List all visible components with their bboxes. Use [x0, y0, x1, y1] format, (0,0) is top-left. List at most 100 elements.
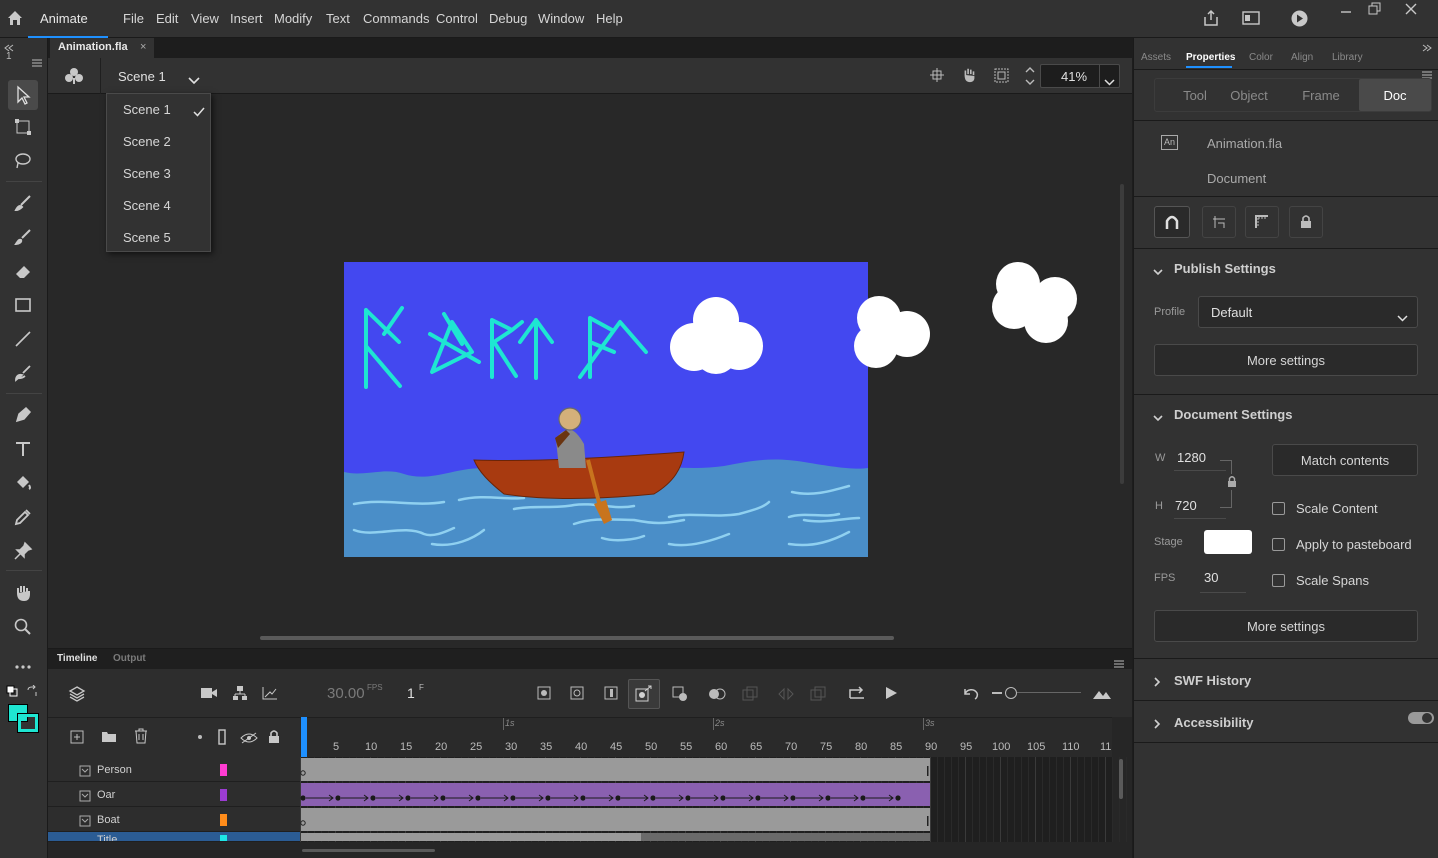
zoom-field[interactable]: 41%	[1040, 64, 1120, 88]
timeline-zoom-fit-icon[interactable]	[1092, 686, 1112, 705]
rectangle-tool-icon[interactable]	[10, 292, 36, 318]
line-tool-icon[interactable]	[10, 326, 36, 352]
step-forward-icon[interactable]	[848, 685, 866, 706]
center-stage-icon[interactable]	[930, 68, 944, 87]
loop-icon[interactable]	[778, 687, 794, 706]
segment-object[interactable]: Object	[1212, 79, 1286, 111]
swf-history-chevron-icon[interactable]	[1154, 674, 1161, 692]
parenting-view-icon[interactable]	[232, 685, 248, 706]
tab-align[interactable]: Align	[1291, 52, 1313, 63]
constrain-lock-icon[interactable]	[1226, 474, 1238, 490]
menu-file[interactable]: File	[123, 11, 144, 26]
accessibility-chevron-icon[interactable]	[1154, 716, 1161, 734]
selection-tool-icon[interactable]	[8, 80, 38, 110]
segment-doc[interactable]: Doc	[1359, 79, 1431, 111]
collapse-panel-icon[interactable]	[1422, 39, 1432, 57]
outline-layers-icon[interactable]	[218, 729, 226, 750]
menu-control[interactable]: Control	[436, 11, 478, 26]
fluid-brush-tool-icon[interactable]	[10, 190, 36, 216]
layer-color-swatch[interactable]	[220, 814, 227, 826]
publish-more-settings-button[interactable]: More settings	[1154, 344, 1418, 376]
width-value[interactable]: 1280	[1177, 450, 1206, 465]
zoom-stepper-icon[interactable]	[1024, 66, 1036, 91]
menu-debug[interactable]: Debug	[489, 11, 527, 26]
segment-frame[interactable]: Frame	[1282, 79, 1360, 111]
stage-vertical-scrollbar[interactable]	[1120, 184, 1124, 484]
new-folder-icon[interactable]	[101, 730, 117, 748]
insert-keyframe-icon[interactable]	[537, 686, 551, 705]
zoom-tool-icon[interactable]	[10, 614, 36, 640]
timeline-horizontal-scrollbar[interactable]	[302, 849, 435, 852]
menu-window[interactable]: Window	[538, 11, 584, 26]
document-more-settings-button[interactable]: More settings	[1154, 610, 1418, 642]
new-layer-icon[interactable]	[70, 730, 84, 749]
match-contents-button[interactable]: Match contents	[1272, 444, 1418, 476]
layer-row-boat[interactable]: Boat	[48, 807, 300, 832]
fps-value[interactable]: 30.00	[327, 685, 365, 702]
scene-option-5[interactable]: Scene 5	[123, 230, 171, 245]
more-tools-icon[interactable]	[10, 654, 36, 680]
document-settings-title[interactable]: Document Settings	[1174, 407, 1292, 422]
scene-option-1[interactable]: Scene 1	[123, 102, 171, 117]
zoom-out-timeline-icon[interactable]	[992, 692, 1002, 694]
camera-icon[interactable]	[200, 686, 218, 705]
undo-icon[interactable]	[962, 685, 980, 706]
onion-skin-icon[interactable]	[708, 687, 726, 706]
document-settings-chevron-icon[interactable]	[1153, 409, 1163, 427]
layer-color-swatch[interactable]	[220, 764, 227, 776]
layer-color-swatch[interactable]	[220, 789, 227, 801]
lock-guides-button[interactable]	[1289, 206, 1323, 238]
clip-content-icon[interactable]	[994, 68, 1009, 88]
layers-icon[interactable]	[68, 685, 86, 708]
paint-bucket-tool-icon[interactable]	[10, 470, 36, 496]
lock-layers-icon[interactable]	[268, 729, 280, 749]
scene-option-2[interactable]: Scene 2	[123, 134, 171, 149]
close-tab-icon[interactable]: ×	[140, 41, 146, 53]
text-tool-icon[interactable]	[10, 436, 36, 462]
play-icon[interactable]	[884, 686, 898, 705]
accessibility-toggle[interactable]	[1408, 712, 1434, 724]
paint-brush-tool-icon[interactable]	[10, 360, 36, 386]
pen-tool-icon[interactable]	[10, 402, 36, 428]
scene-option-4[interactable]: Scene 4	[123, 198, 171, 213]
layer-row-oar[interactable]: Oar	[48, 782, 300, 807]
menu-commands[interactable]: Commands	[363, 11, 429, 26]
height-value[interactable]: 720	[1175, 498, 1197, 513]
tab-library[interactable]: Library	[1332, 52, 1363, 63]
scene-option-3[interactable]: Scene 3	[123, 166, 171, 181]
current-frame-value[interactable]: 1	[407, 685, 415, 701]
tab-timeline[interactable]: Timeline	[57, 653, 97, 664]
free-transform-tool-icon[interactable]	[10, 114, 36, 140]
restore-icon[interactable]	[1368, 2, 1381, 20]
eraser-tool-icon[interactable]	[10, 258, 36, 284]
swap-colors-icon[interactable]	[26, 684, 38, 702]
default-colors-icon[interactable]	[6, 684, 18, 702]
insert-tween-icon[interactable]	[672, 686, 688, 707]
menu-text[interactable]: Text	[326, 11, 350, 26]
rulers-button[interactable]	[1245, 206, 1279, 238]
timeline-zoom-slider[interactable]	[1005, 687, 1017, 699]
eyedropper-tool-icon[interactable]	[10, 504, 36, 530]
minimize-icon[interactable]	[1340, 3, 1352, 21]
edit-multiple-frames-icon[interactable]	[742, 686, 758, 707]
scale-spans-checkbox[interactable]	[1272, 574, 1285, 587]
menu-edit[interactable]: Edit	[156, 11, 178, 26]
auto-keyframe-button[interactable]	[628, 679, 660, 709]
close-window-icon[interactable]	[1405, 2, 1417, 20]
snap-align-button[interactable]	[1202, 206, 1236, 238]
hand-tool-icon[interactable]	[10, 580, 36, 606]
fps-field-value[interactable]: 30	[1204, 570, 1218, 585]
workspace-icon[interactable]	[1242, 10, 1260, 31]
layer-row-title[interactable]: Title	[48, 832, 300, 842]
graph-icon[interactable]	[262, 686, 278, 705]
current-scene-label[interactable]: Scene 1	[118, 69, 166, 84]
publish-chevron-icon[interactable]	[1153, 263, 1163, 281]
menu-view[interactable]: View	[191, 11, 219, 26]
tab-assets[interactable]: Assets	[1141, 52, 1171, 63]
menu-insert[interactable]: Insert	[230, 11, 263, 26]
layer-color-swatch[interactable]	[220, 835, 227, 841]
frame-ruler[interactable]	[300, 717, 1112, 757]
menu-modify[interactable]: Modify	[274, 11, 312, 26]
publish-settings-title[interactable]: Publish Settings	[1174, 261, 1276, 276]
home-icon[interactable]	[6, 9, 24, 32]
